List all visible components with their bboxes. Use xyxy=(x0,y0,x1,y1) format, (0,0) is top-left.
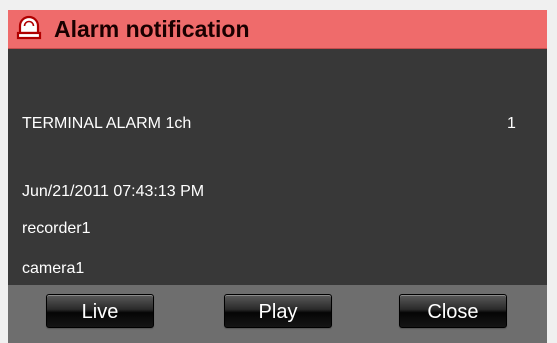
alarm-notification-dialog: Alarm notification TERMINAL ALARM 1ch 1 … xyxy=(8,10,547,343)
camera-name: camera1 xyxy=(22,260,85,277)
alarm-timestamp: Jun/21/2011 07:43:13 PM xyxy=(22,183,205,200)
recorder-name: recorder1 xyxy=(22,220,91,237)
dialog-title: Alarm notification xyxy=(54,16,250,42)
alarm-count: 1 xyxy=(507,115,516,132)
alarm-name: TERMINAL ALARM 1ch xyxy=(22,115,192,132)
title-bar[interactable]: Alarm notification xyxy=(8,10,547,49)
close-button[interactable]: Close xyxy=(399,294,507,328)
live-button[interactable]: Live xyxy=(46,294,154,328)
alarm-bell-icon xyxy=(16,15,42,43)
alarm-details: TERMINAL ALARM 1ch 1 Jun/21/2011 07:43:1… xyxy=(8,49,547,285)
button-bar: Live Play Close xyxy=(8,285,547,343)
play-button[interactable]: Play xyxy=(224,294,332,328)
